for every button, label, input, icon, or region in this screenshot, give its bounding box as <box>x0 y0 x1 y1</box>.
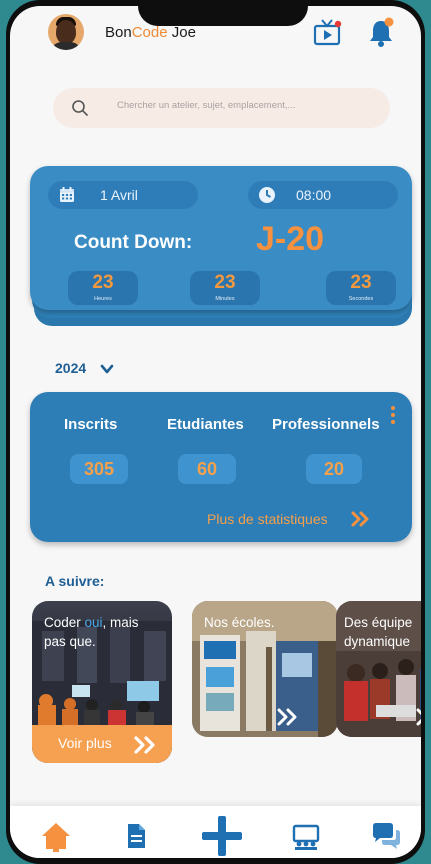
phone-notch <box>138 6 308 26</box>
stat-value-professionnels: 20 <box>306 454 362 484</box>
card-coder-text-2: , mais <box>102 615 139 630</box>
chevron-right-icon[interactable] <box>412 707 421 727</box>
double-chevron-icon[interactable] <box>350 510 372 528</box>
more-stats-link[interactable]: Plus de statistiques <box>207 511 328 527</box>
countdown-title: Count Down: <box>74 232 193 253</box>
card-teams-text: Des équipe dynamique <box>344 613 412 651</box>
home-icon[interactable] <box>40 820 72 852</box>
hours-label: Heures <box>94 296 112 302</box>
clock-icon <box>259 187 275 203</box>
stat-label-etudiantes: Etudiantes <box>167 416 244 433</box>
event-time: 08:00 <box>296 187 332 203</box>
hours-value: 23 <box>92 272 114 293</box>
stats-card: Inscrits Etudiantes Professionnels 305 6… <box>30 392 412 542</box>
time-pill[interactable]: 08:00 <box>248 181 398 209</box>
search-input[interactable] <box>117 100 377 111</box>
card-coder-highlight: oui <box>84 615 103 630</box>
countdown-minutes: 23 Minutes <box>190 271 260 305</box>
see-more-label: Voir plus <box>58 735 112 751</box>
search-bar[interactable] <box>53 88 390 128</box>
phone-frame: BonCode Joe Chercher un atelier, sujet, … <box>6 0 425 864</box>
see-more-button[interactable]: Voir plus <box>32 725 172 763</box>
calendar-icon <box>60 187 74 202</box>
countdown-value: J-20 <box>256 220 325 258</box>
avatar[interactable] <box>48 14 84 50</box>
document-icon[interactable] <box>120 820 152 852</box>
year-selector[interactable]: 2024 <box>55 360 86 376</box>
chevron-down-icon[interactable] <box>100 363 114 375</box>
card-teams-text-2: dynamique <box>344 634 411 649</box>
bottom-nav <box>10 806 421 858</box>
seconds-label: Secondes <box>348 296 374 302</box>
countdown-hours: 23 Heures <box>68 271 138 305</box>
chat-icon[interactable] <box>370 820 402 852</box>
minutes-label: Minutes <box>215 296 235 302</box>
search-icon <box>72 100 89 117</box>
upcoming-title: A suivre: <box>45 573 105 589</box>
plus-icon[interactable] <box>200 814 244 858</box>
minutes-value: 23 <box>214 272 236 293</box>
event-card-schools[interactable]: Nos écoles. <box>192 601 338 737</box>
card-coder-text-3: pas que. <box>44 634 96 649</box>
greeting-prefix: Bon <box>105 24 132 41</box>
kebab-icon[interactable] <box>390 406 396 430</box>
card-coder-text: Coder oui, mais pas que. <box>44 613 139 651</box>
stat-label-professionnels: Professionnels <box>272 416 380 433</box>
event-card-teams[interactable]: Des équipe dynamique <box>336 601 421 737</box>
stat-label-inscrits: Inscrits <box>64 416 118 433</box>
event-date: 1 Avril <box>100 187 138 203</box>
card-coder-text-1: Coder <box>44 615 85 630</box>
card-schools-text: Nos écoles. <box>204 615 275 630</box>
countdown-card[interactable]: 1 Avril 08:00 Count Down: J-20 23 Heures… <box>30 166 412 310</box>
double-chevron-icon <box>134 736 155 754</box>
tv-icon[interactable] <box>312 18 342 48</box>
double-chevron-icon[interactable] <box>276 707 300 727</box>
bell-icon[interactable] <box>367 16 395 48</box>
countdown-seconds: 23 Secondes <box>326 271 396 305</box>
stat-value-inscrits: 305 <box>70 454 128 484</box>
date-pill[interactable]: 1 Avril <box>48 181 198 209</box>
seconds-value: 23 <box>350 272 372 293</box>
greeting-suffix: Joe <box>167 24 196 41</box>
user-greeting: BonCode Joe <box>105 24 196 41</box>
greeting-accent: Code <box>131 24 168 41</box>
app-screen: BonCode Joe Chercher un atelier, sujet, … <box>10 6 421 858</box>
stat-value-etudiantes: 60 <box>178 454 236 484</box>
event-card-coder[interactable]: Coder oui, mais pas que. Voir plus <box>32 601 172 763</box>
card-teams-text-1: Des équipe <box>344 615 413 630</box>
presentation-icon[interactable] <box>290 820 322 852</box>
